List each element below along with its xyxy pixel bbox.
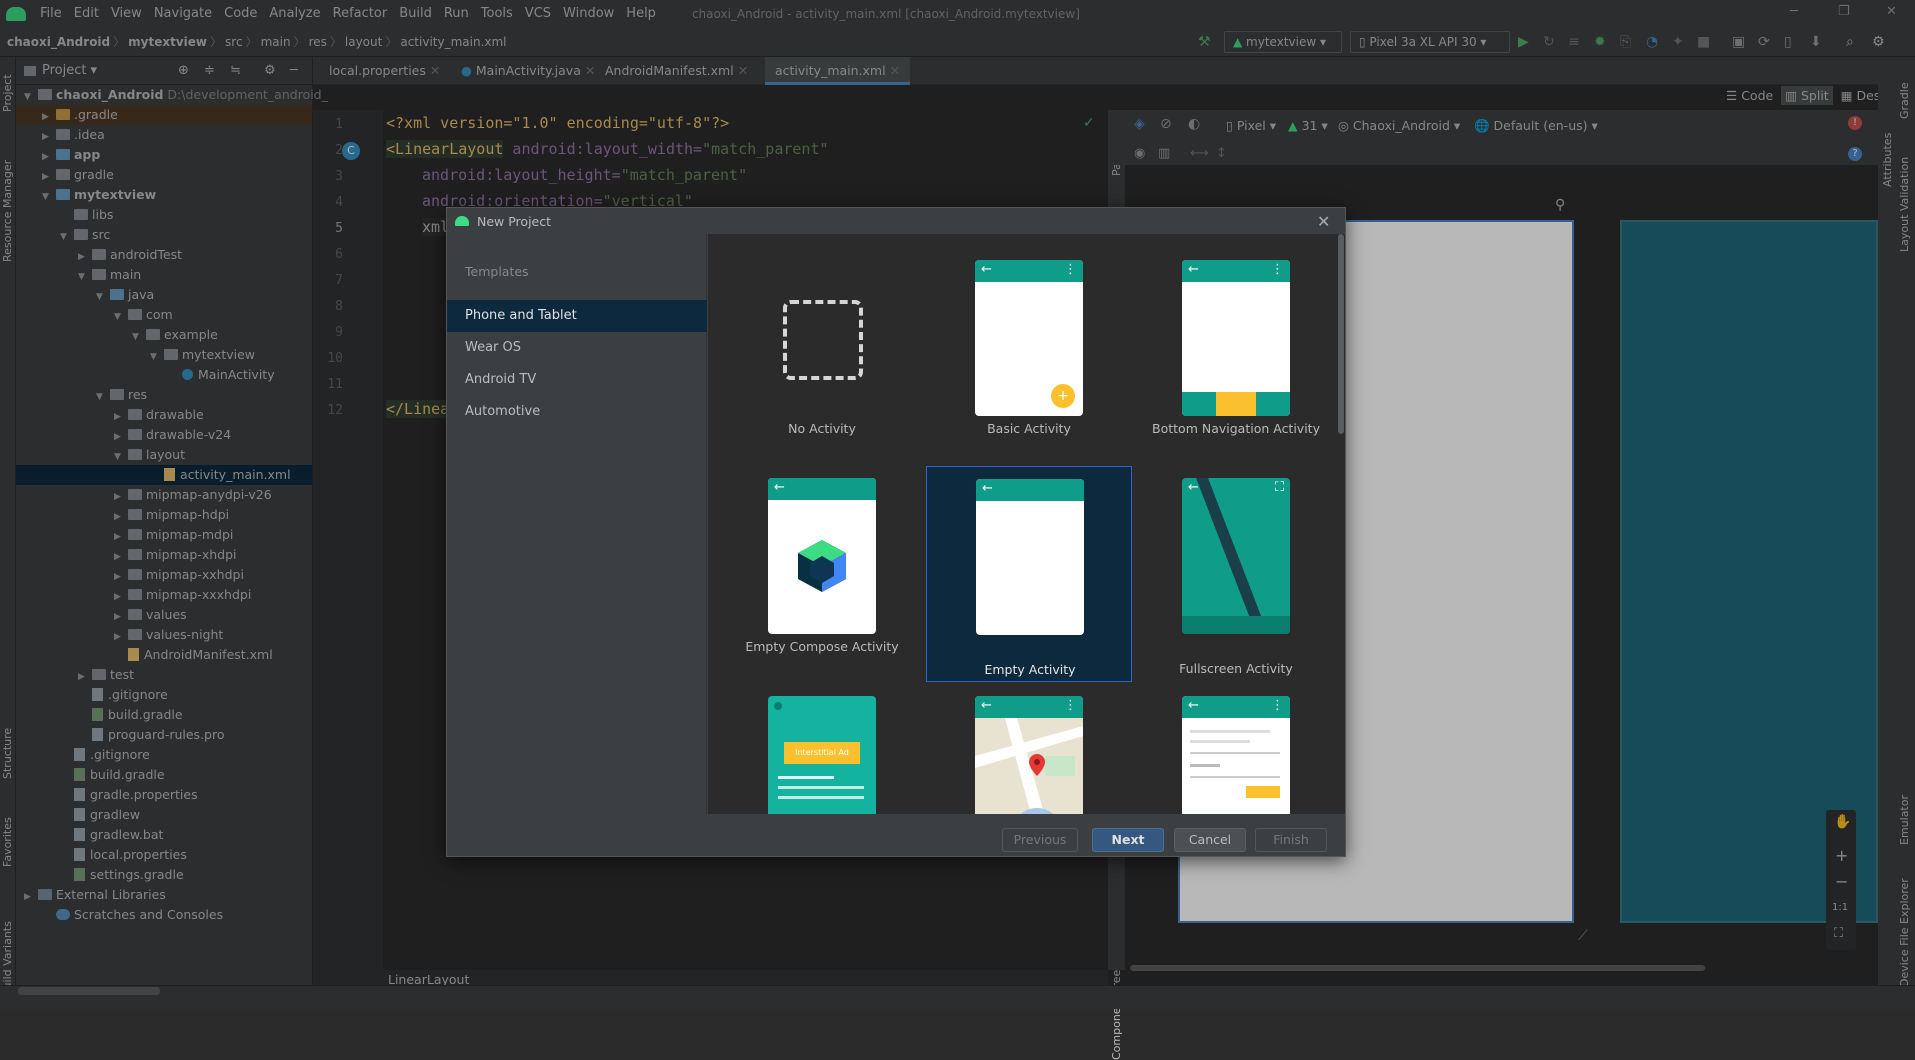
back-arrow-icon: ← [1188, 480, 1199, 495]
category-android-tv[interactable]: Android TV [447, 364, 707, 396]
template-login-activity[interactable]: ← ⋮ [1133, 684, 1339, 814]
overflow-menu-icon: ⋮ [1064, 698, 1077, 713]
compose-preview: ← [768, 478, 876, 634]
template-name: Empty Compose Activity [745, 639, 899, 654]
template-interstitial-ad[interactable]: Interstitial Ad [719, 684, 925, 814]
dialog-title: New Project [477, 213, 552, 229]
bottom-nav-preview: ← ⋮ [1182, 260, 1290, 416]
templates-heading: Templates [465, 264, 529, 279]
gallery-scrollbar[interactable] [1338, 234, 1344, 434]
template-name: Basic Activity [987, 421, 1071, 436]
previous-button[interactable]: Previous [1002, 828, 1078, 852]
dialog-title-bar: New Project [447, 208, 1345, 234]
basic-activity-preview: ← ⋮ + [975, 260, 1083, 416]
fab-icon: + [1051, 384, 1075, 408]
back-arrow-icon: ← [774, 480, 785, 495]
template-categories: Templates Phone and Tablet Wear OS Andro… [447, 234, 707, 814]
category-phone-tablet[interactable]: Phone and Tablet [447, 300, 707, 332]
category-wear-os[interactable]: Wear OS [447, 332, 707, 364]
overflow-menu-icon: ⋮ [1064, 262, 1077, 277]
overflow-menu-icon: ⋮ [1271, 262, 1284, 277]
next-button[interactable]: Next [1092, 828, 1164, 852]
maps-preview: ← ⋮ [975, 696, 1083, 814]
empty-activity-preview: ← [976, 479, 1084, 635]
template-name: No Activity [788, 421, 856, 436]
category-automotive[interactable]: Automotive [447, 396, 707, 428]
fullscreen-preview: ← ⛶ [1182, 478, 1290, 634]
template-name: Empty Activity [984, 662, 1076, 677]
ad-label: Interstitial Ad [784, 742, 860, 764]
template-name: Bottom Navigation Activity [1152, 421, 1320, 436]
empty-placeholder-icon [783, 300, 863, 380]
template-empty-activity[interactable]: ← Empty Activity [926, 466, 1132, 682]
dialog-footer: Previous Next Cancel Finish [447, 814, 1345, 856]
cancel-button[interactable]: Cancel [1174, 828, 1246, 852]
back-arrow-icon: ← [981, 698, 992, 713]
back-arrow-icon: ← [1188, 262, 1199, 277]
login-preview: ← ⋮ [1182, 696, 1290, 814]
template-fullscreen[interactable]: ← ⛶ Fullscreen Activity [1133, 466, 1339, 682]
template-bottom-navigation[interactable]: ← ⋮ Bottom Navigation Activity [1133, 248, 1339, 464]
back-arrow-icon: ← [982, 481, 993, 496]
back-arrow-icon: ← [1188, 698, 1199, 713]
android-studio-icon [455, 216, 469, 226]
back-arrow-icon: ← [981, 262, 992, 277]
jetpack-compose-logo-icon [798, 540, 846, 592]
new-project-dialog: New Project ✕ Templates Phone and Tablet… [446, 207, 1346, 857]
template-name: Fullscreen Activity [1179, 661, 1293, 676]
template-empty-compose[interactable]: ← Empty Compose Activity [719, 466, 925, 682]
template-no-activity[interactable]: No Activity [719, 248, 925, 464]
template-gallery: No Activity ← ⋮ + Basic Activity ← ⋮ Botto… [708, 234, 1345, 814]
close-icon[interactable]: ✕ [1317, 212, 1330, 231]
overflow-menu-icon: ⋮ [1271, 698, 1284, 713]
template-basic-activity[interactable]: ← ⋮ + Basic Activity [926, 248, 1132, 464]
interstitial-preview: Interstitial Ad [768, 696, 876, 814]
template-google-maps[interactable]: ← ⋮ [926, 684, 1132, 814]
finish-button[interactable]: Finish [1255, 828, 1327, 852]
fullscreen-icon: ⛶ [1274, 480, 1284, 495]
